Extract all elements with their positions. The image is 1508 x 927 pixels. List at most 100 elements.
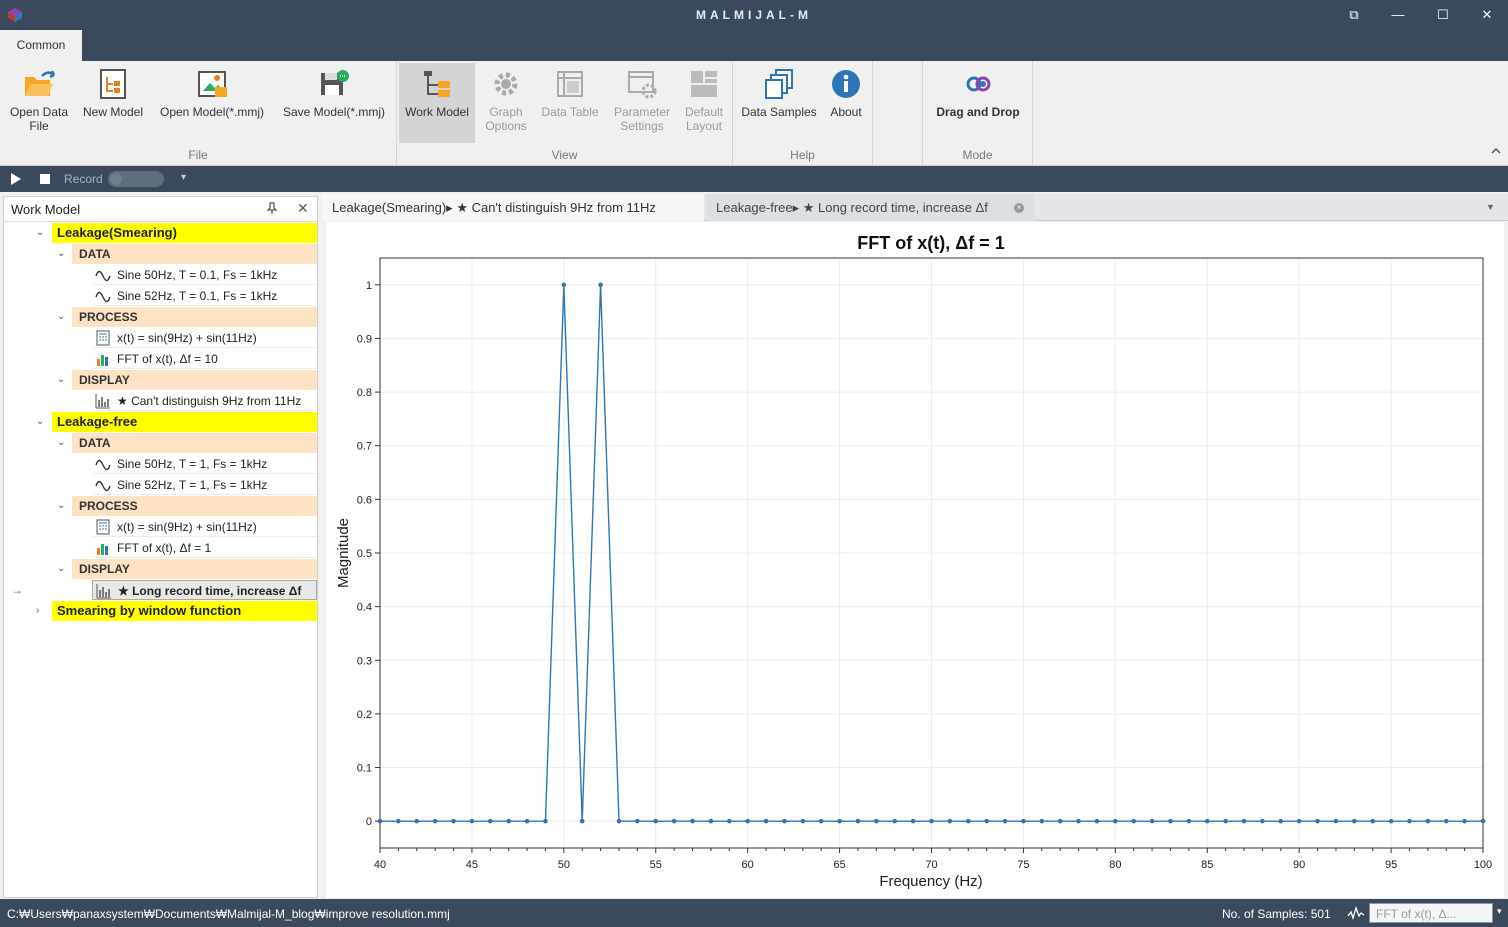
record-dropdown-icon[interactable]: ▾ — [181, 172, 186, 183]
maximize-button[interactable]: ☐ — [1433, 6, 1453, 24]
y-tick-label: 0.8 — [357, 387, 372, 399]
chart-display-icon — [95, 394, 110, 409]
tree-section-process[interactable]: PROCESS — [72, 496, 317, 516]
tree-item[interactable]: Sine 52Hz, T = 0.1, Fs = 1kHz — [92, 286, 317, 306]
data-point — [1388, 818, 1394, 824]
close-button[interactable]: ✕ — [1477, 6, 1497, 24]
panel-header: Work Model ✕ — [4, 197, 317, 222]
open-model-button[interactable]: Open Model(*.mmj) — [153, 63, 271, 143]
tree-item[interactable]: Sine 52Hz, T = 1, Fs = 1kHz — [92, 475, 317, 495]
data-point — [451, 818, 456, 824]
play-icon[interactable] — [10, 172, 22, 186]
current-item-arrow-icon: → — [11, 583, 23, 597]
tree-group-2[interactable]: Smearing by window function — [52, 601, 317, 621]
tree-group-1[interactable]: Leakage-free — [52, 412, 317, 432]
about-button[interactable]: About — [825, 63, 867, 143]
tree-item[interactable]: ★ Long record time, increase Δf — [92, 580, 317, 600]
data-point — [892, 818, 898, 824]
graph-options-button[interactable]: Graph Options — [477, 63, 535, 143]
tree-section-display[interactable]: DISPLAY — [72, 559, 317, 579]
data-samples-button[interactable]: Data Samples — [737, 63, 821, 143]
sine-wave-icon — [95, 459, 111, 471]
chevron-down-icon[interactable]: ⌄ — [57, 244, 65, 264]
data-point — [1002, 818, 1008, 824]
info-icon — [832, 70, 860, 98]
record-toolbar: Record ▾ — [0, 166, 1508, 192]
restore-layout-button[interactable]: ⧉ — [1344, 6, 1364, 24]
data-point — [947, 818, 953, 824]
data-point — [1113, 818, 1118, 824]
data-point — [561, 282, 567, 288]
save-model-button[interactable]: Save Model(*.mmj) — [276, 63, 392, 143]
data-point — [800, 818, 806, 824]
new-model-icon — [100, 69, 126, 99]
data-point — [396, 818, 401, 824]
tree-group-0[interactable]: Leakage(Smearing) — [52, 223, 317, 243]
tree-item[interactable]: x(t) = sin(9Hz) + sin(11Hz) — [92, 517, 317, 537]
x-tick-label: 65 — [833, 859, 845, 871]
chart-grid — [379, 258, 1484, 848]
data-point — [1296, 818, 1302, 824]
work-model-button[interactable]: Work Model — [399, 63, 475, 143]
chevron-down-icon[interactable]: ⌄ — [36, 412, 44, 432]
tree-item[interactable]: x(t) = sin(9Hz) + sin(11Hz) — [92, 328, 317, 348]
chevron-down-icon[interactable]: ⌄ — [36, 223, 44, 243]
tree-item[interactable]: Sine 50Hz, T = 0.1, Fs = 1kHz — [92, 265, 317, 285]
stop-icon[interactable] — [39, 173, 51, 185]
tree-item[interactable]: FFT of x(t), Δf = 1 — [92, 538, 317, 558]
x-tick-label: 90 — [1293, 859, 1305, 871]
data-table-button[interactable]: Data Table — [537, 63, 603, 143]
tab-leakage-smearing[interactable]: Leakage(Smearing)▸ ★ Can't distinguish 9… — [322, 194, 704, 221]
panel-close-icon[interactable]: ✕ — [297, 200, 309, 217]
data-point — [598, 282, 603, 288]
chevron-right-icon[interactable]: › — [36, 601, 39, 621]
data-point — [1204, 818, 1210, 824]
tree-section-display[interactable]: DISPLAY — [72, 370, 317, 390]
chevron-down-icon[interactable]: ▾ — [1497, 906, 1502, 917]
chevron-down-icon[interactable]: ⌄ — [57, 496, 65, 516]
tree-section-process[interactable]: PROCESS — [72, 307, 317, 327]
drag-and-drop-button[interactable]: Drag and Drop — [927, 63, 1029, 143]
tree-item[interactable]: Sine 50Hz, T = 1, Fs = 1kHz — [92, 454, 317, 474]
document-tab-strip: Leakage(Smearing)▸ ★ Can't distinguish 9… — [322, 194, 1508, 221]
chevron-down-icon[interactable]: ⌄ — [57, 307, 65, 327]
status-bar: C:₩Users₩panaxsystem₩Documents₩Malmijal-… — [0, 899, 1508, 927]
tree-item[interactable]: FFT of x(t), Δf = 10 — [92, 349, 317, 369]
pin-icon[interactable] — [266, 202, 278, 214]
data-point — [1241, 818, 1247, 824]
default-layout-button[interactable]: Default Layout — [679, 63, 729, 143]
data-point — [1333, 818, 1339, 824]
new-model-button[interactable]: New Model — [78, 63, 148, 143]
record-toggle[interactable] — [108, 171, 164, 187]
panel-title: Work Model — [11, 202, 81, 217]
tab-common[interactable]: Common — [0, 30, 82, 61]
tree-item[interactable]: ★ Can't distinguish 9Hz from 11Hz — [92, 391, 317, 411]
tree-section-data[interactable]: DATA — [72, 244, 317, 264]
status-sample-count: No. of Samples: 501 — [1222, 907, 1331, 921]
tab-close-icon[interactable]: × — [1014, 203, 1024, 213]
collapse-ribbon-icon[interactable] — [1490, 145, 1502, 157]
chevron-down-icon[interactable]: ⌄ — [57, 370, 65, 390]
work-model-icon — [424, 71, 450, 97]
waveform-icon — [1347, 906, 1365, 920]
chevron-down-icon[interactable]: ⌄ — [57, 433, 65, 453]
data-point — [690, 818, 695, 824]
data-point — [1407, 818, 1412, 824]
open-model-icon — [198, 71, 227, 97]
tree-section-data[interactable]: DATA — [72, 433, 317, 453]
data-point — [855, 818, 861, 824]
x-tick-label: 60 — [742, 859, 754, 871]
parameter-settings-button[interactable]: Parameter Settings — [607, 63, 677, 143]
minimize-button[interactable]: — — [1388, 6, 1408, 24]
tab-leakage-free[interactable]: Leakage-free▸ ★ Long record time, increa… — [706, 194, 1034, 221]
tree-item-label: x(t) = sin(9Hz) + sin(11Hz) — [117, 520, 257, 534]
chevron-down-icon[interactable]: ⌄ — [57, 559, 65, 579]
tabs-dropdown-icon[interactable]: ▼ — [1486, 202, 1495, 212]
open-data-file-button[interactable]: Open Data File — [5, 63, 73, 143]
data-point — [818, 818, 824, 824]
x-tick-label: 85 — [1201, 859, 1213, 871]
y-tick-label: 0.2 — [357, 709, 372, 721]
display-select[interactable]: FFT of x(t), Δ... — [1369, 903, 1493, 923]
data-point — [377, 818, 383, 824]
sine-wave-icon — [95, 480, 111, 492]
